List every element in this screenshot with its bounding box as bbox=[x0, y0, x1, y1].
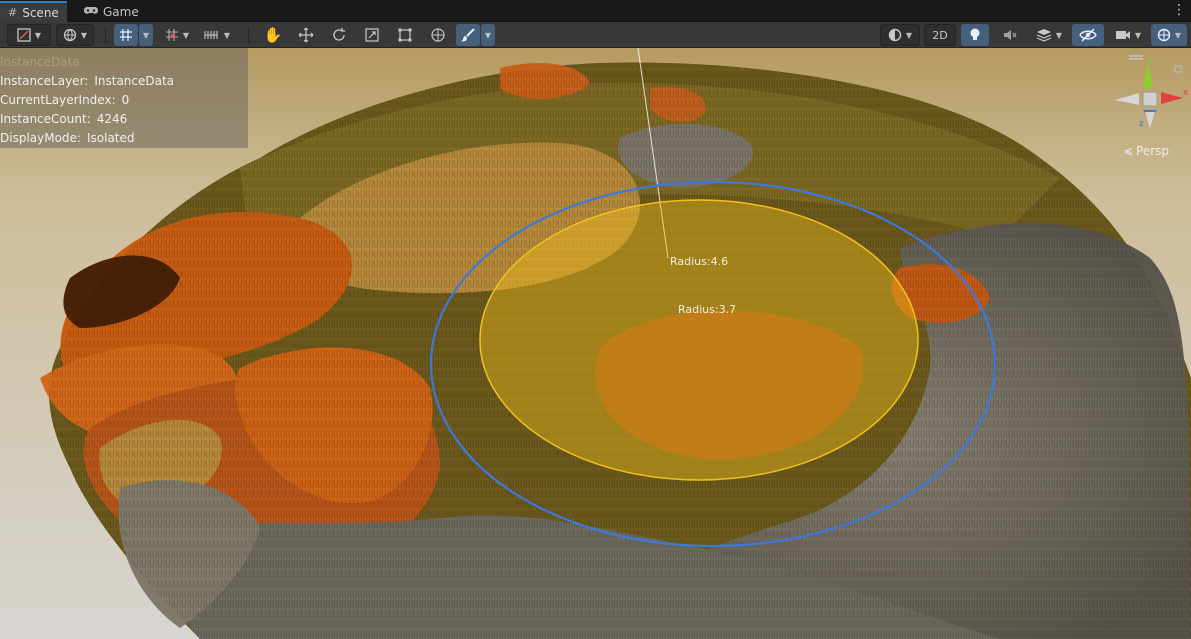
chevron-down-icon: ▼ bbox=[80, 30, 88, 40]
chevron-down-icon: ▼ bbox=[1134, 30, 1142, 40]
effects-dropdown[interactable]: ▼ bbox=[1028, 24, 1070, 46]
transform-tool-button[interactable] bbox=[425, 24, 451, 46]
outer-radius-label: Radius:4.6 bbox=[670, 255, 729, 268]
projection-label: Persp bbox=[1136, 144, 1169, 158]
scale-tool-button[interactable] bbox=[359, 24, 385, 46]
toolbar-divider bbox=[105, 27, 106, 43]
chevron-down-icon: ▼ bbox=[1055, 30, 1063, 40]
scene-lighting-toggle[interactable] bbox=[961, 24, 989, 46]
camera-settings-dropdown[interactable]: ▼ bbox=[1108, 24, 1148, 46]
rect-tool-button[interactable] bbox=[392, 24, 418, 46]
rect-transform-icon bbox=[397, 27, 413, 43]
inner-radius-label: Radius:3.7 bbox=[678, 303, 737, 316]
scene-grid-icon: # bbox=[8, 6, 18, 19]
chevron-down-icon: ▼ bbox=[905, 30, 913, 40]
eye-hidden-icon bbox=[1079, 28, 1097, 42]
gizmo-x-label: x bbox=[1183, 88, 1189, 98]
scene-viewport[interactable]: Radius:4.6 Radius:3.7 InstanceData Insta… bbox=[0, 48, 1191, 639]
camera-icon bbox=[1115, 29, 1131, 41]
overlay-value: InstanceData bbox=[94, 74, 175, 88]
rotate-tool-button[interactable] bbox=[326, 24, 352, 46]
shading-mode-dropdown[interactable]: ▼ bbox=[880, 24, 920, 46]
overlay-key: DisplayMode: bbox=[0, 131, 81, 145]
gizmo-lock-icon[interactable] bbox=[1174, 65, 1182, 73]
move-arrows-icon bbox=[298, 27, 314, 43]
gizmo-x-axis-cone[interactable] bbox=[1161, 92, 1183, 104]
ruler-icon bbox=[204, 29, 220, 41]
gizmo-z-label: z bbox=[1139, 119, 1144, 129]
gamepad-icon bbox=[84, 5, 98, 19]
2d-mode-label: 2D bbox=[932, 28, 948, 42]
snap-increment-icon bbox=[165, 28, 179, 42]
global-local-dropdown[interactable]: ▼ bbox=[56, 24, 94, 46]
overlay-key: CurrentLayerIndex: bbox=[0, 93, 116, 107]
overlay-header-text: InstanceData bbox=[0, 55, 80, 69]
perspective-arrow-icon: ≼ bbox=[1123, 144, 1133, 158]
globe-icon bbox=[63, 28, 77, 42]
move-tool-button[interactable] bbox=[293, 24, 319, 46]
rotate-icon bbox=[331, 27, 347, 43]
overlay-row-display-mode: DisplayMode: Isolated bbox=[0, 129, 248, 148]
transform-gizmo-icon bbox=[430, 27, 446, 43]
overlay-value: Isolated bbox=[86, 131, 135, 145]
increment-snap-dropdown[interactable]: ▼ bbox=[198, 24, 236, 46]
tab-game[interactable]: Game bbox=[76, 2, 147, 22]
paintbrush-icon bbox=[460, 27, 476, 43]
overlay-key: InstanceLayer: bbox=[0, 74, 89, 88]
projection-toggle[interactable]: ≼ Persp bbox=[1124, 144, 1169, 158]
orientation-gizmo[interactable]: y x z bbox=[1101, 48, 1191, 158]
chevron-down-icon: ▼ bbox=[34, 30, 42, 40]
custom-tool-dropdown[interactable]: ▼ bbox=[481, 24, 495, 46]
chevron-down-icon: ▼ bbox=[1174, 30, 1182, 40]
gizmo-center-cube[interactable] bbox=[1142, 91, 1158, 107]
chevron-down-icon: ▼ bbox=[182, 30, 190, 40]
audio-toggle[interactable] bbox=[996, 24, 1024, 46]
toolbar-divider bbox=[248, 27, 249, 43]
view-tool-button[interactable]: ✋ bbox=[260, 24, 286, 46]
scene-toolbar: ▼ ▼ ▼ ▼ ▼ ✋ ▼ ▼ 2D ▼ ▼ ▼ bbox=[0, 22, 1191, 48]
grid-snap-dropdown[interactable]: ▼ bbox=[139, 24, 153, 46]
overlay-value: 4246 bbox=[96, 112, 128, 126]
scale-icon bbox=[364, 27, 380, 43]
grid-snap-icon bbox=[119, 28, 133, 42]
sphere-shading-icon bbox=[888, 28, 902, 42]
tab-scene-label: Scene bbox=[22, 5, 59, 20]
chevron-down-icon: ▼ bbox=[484, 30, 492, 40]
overlay-row-instance-layer: InstanceLayer: InstanceData bbox=[0, 72, 248, 91]
overlay-key: InstanceCount: bbox=[0, 112, 91, 126]
custom-paint-tool-button[interactable] bbox=[456, 24, 480, 46]
hand-icon: ✋ bbox=[263, 26, 283, 44]
gizmo-globe-icon bbox=[1157, 28, 1171, 42]
more-options-icon[interactable]: ⋮ bbox=[1172, 2, 1186, 18]
overlay-value: 0 bbox=[121, 93, 130, 107]
chevron-down-icon: ▼ bbox=[142, 30, 150, 40]
scene-visibility-toggle[interactable] bbox=[1072, 24, 1104, 46]
layers-effects-icon bbox=[1036, 28, 1052, 42]
tab-scene[interactable]: # Scene bbox=[0, 1, 67, 22]
2d-mode-toggle[interactable]: 2D bbox=[924, 24, 956, 46]
overlay-row-instance-count: InstanceCount: 4246 bbox=[0, 110, 248, 129]
gizmos-dropdown[interactable]: ▼ bbox=[1151, 24, 1187, 46]
tab-game-label: Game bbox=[103, 5, 139, 19]
gizmo-y-label: y bbox=[1147, 55, 1153, 65]
lightbulb-icon bbox=[969, 27, 981, 43]
instance-info-overlay: InstanceData InstanceLayer: InstanceData … bbox=[0, 48, 248, 148]
shading-mode-icon bbox=[17, 28, 31, 42]
overlay-row-current-layer-index: CurrentLayerIndex: 0 bbox=[0, 91, 248, 110]
chevron-down-icon: ▼ bbox=[223, 30, 231, 40]
snap-increment-dropdown[interactable]: ▼ bbox=[158, 24, 196, 46]
grid-snap-toggle[interactable] bbox=[114, 24, 138, 46]
gizmo-y-axis-cone[interactable] bbox=[1143, 62, 1153, 88]
draw-mode-dropdown[interactable]: ▼ bbox=[7, 24, 51, 46]
overlay-header: InstanceData bbox=[0, 53, 248, 72]
speaker-muted-icon bbox=[1003, 28, 1017, 42]
window-tab-bar: # Scene Game ⋮ bbox=[0, 0, 1191, 22]
